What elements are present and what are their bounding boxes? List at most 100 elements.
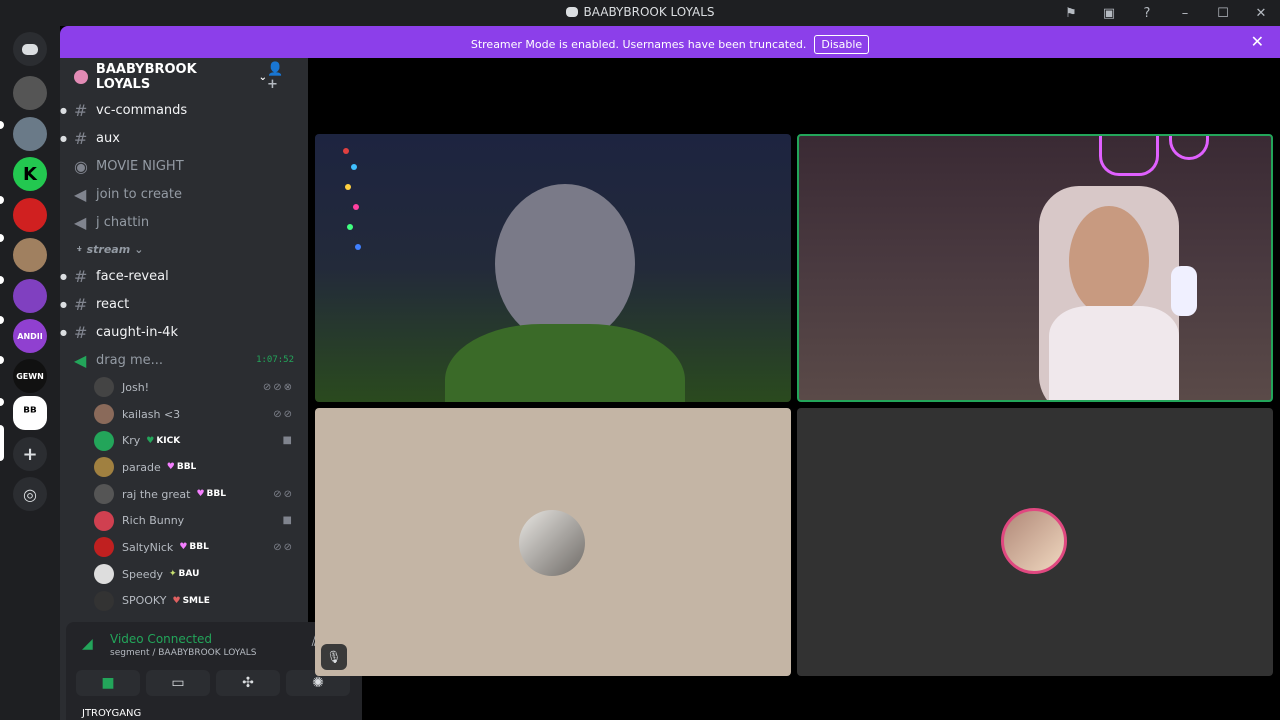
microphone-icon[interactable]: 🎙: [321, 644, 347, 670]
user-status-icons: ⊘⊘: [273, 408, 294, 420]
channel-caught-in-4k[interactable]: ● # caught-in-4k: [60, 318, 308, 346]
speaker-icon: ◀: [74, 350, 87, 370]
person-body: [1049, 306, 1179, 400]
close-window-button[interactable]: ✕: [1242, 3, 1280, 23]
pin-icon: ⍖: [76, 242, 83, 255]
server-icon-car[interactable]: [13, 76, 47, 110]
heart-icon: ♥: [146, 435, 155, 446]
explore-icon[interactable]: ◎: [13, 477, 47, 511]
server-icon-bird[interactable]: [13, 117, 47, 151]
avatar: [94, 510, 114, 531]
camera-button[interactable]: ■: [76, 670, 140, 696]
avatar: [94, 457, 114, 478]
user-name: JTROYGANG: [82, 708, 142, 719]
disable-button[interactable]: Disable: [814, 35, 870, 54]
voice-user[interactable]: kailash <3 ⊘⊘: [60, 401, 308, 428]
server-icon-andii-skwad[interactable]: ANDII: [13, 319, 47, 353]
speaker-icon: ◀: [74, 184, 87, 204]
neon-light: [1169, 136, 1209, 160]
chevron-down-icon: ⌄: [134, 242, 144, 256]
heart-icon: ♥: [179, 542, 188, 553]
invite-icon[interactable]: 👤+: [267, 62, 294, 92]
voice-user[interactable]: parade ♥ BBL: [60, 454, 308, 481]
voice-user[interactable]: SPOOKY ♥ SMLE: [60, 588, 308, 615]
avatar: [519, 510, 585, 576]
heart-icon: ♥: [172, 595, 181, 606]
add-server-icon[interactable]: +: [13, 437, 47, 471]
avatar: [94, 590, 114, 611]
screen-share-button[interactable]: ▭: [146, 670, 210, 696]
server-icon-bat[interactable]: [13, 279, 47, 313]
avatar: [94, 564, 114, 585]
voice-user[interactable]: SaltyNick ♥ BBL ⊘⊘: [60, 534, 308, 561]
title-bar: BAABYBROOK LOYALS ⚑ ▣ ? – ☐ ✕: [0, 0, 1280, 26]
hash-icon: #: [74, 128, 88, 148]
user-status-icons: ⊘⊘: [273, 488, 294, 500]
avatar: [94, 484, 114, 505]
streamer-mode-banner: Streamer Mode is enabled. Usernames have…: [60, 26, 1280, 58]
audio-tile[interactable]: 🎙: [315, 408, 791, 676]
hash-icon: #: [74, 294, 88, 314]
close-icon[interactable]: ✕: [1251, 32, 1264, 51]
string-lights: [337, 140, 367, 260]
server-list: K ANDII GEWN ᴮᴮ + ◎: [0, 26, 60, 720]
video-tile[interactable]: [315, 134, 791, 402]
inbox-icon[interactable]: ▣: [1090, 3, 1128, 23]
channel-sidebar: BAABYBROOK LOYALS ⌄ 👤+ ● # vc-commands ● # a…: [60, 58, 362, 720]
connection-location: segment / BAABYBROOK LOYALS: [110, 648, 257, 658]
channel-movie-night[interactable]: ◉ MOVIE NIGHT: [60, 152, 308, 180]
video-icon: ■: [282, 435, 294, 447]
server-icon-gewn-skwad[interactable]: GEWN: [13, 359, 47, 393]
channel-j-chattin[interactable]: ◀ j chattin: [60, 208, 308, 236]
server-name: BAABYBROOK LOYALS: [95, 62, 197, 92]
voice-channel-active[interactable]: ◀ drag me... 1:07:52: [60, 346, 308, 374]
hash-icon: #: [74, 100, 88, 120]
neon-light: [1099, 136, 1159, 176]
person-head: [495, 184, 635, 344]
channel-react[interactable]: ● # react: [60, 290, 308, 318]
audio-tile[interactable]: [797, 408, 1273, 676]
category-stream[interactable]: ⍖ stream ⌄: [60, 236, 308, 262]
signal-icon[interactable]: ◢: [82, 636, 93, 652]
voice-user[interactable]: Kry ♥ KICK ■: [60, 427, 308, 454]
connection-status[interactable]: Video Connected: [110, 632, 212, 646]
server-header[interactable]: BAABYBROOK LOYALS ⌄ 👤+: [60, 58, 308, 96]
maximize-button[interactable]: ☐: [1204, 3, 1242, 23]
video-tile-speaking[interactable]: [797, 134, 1273, 402]
voice-user[interactable]: Josh! ⊘⊘⊗: [60, 374, 308, 401]
avatar: [94, 430, 114, 451]
voice-user[interactable]: raj the great ♥ BBL ⊘⊘: [60, 481, 308, 508]
voice-timer: 1:07:52: [256, 355, 294, 365]
server-icon-mushroom[interactable]: [13, 198, 47, 232]
discord-logo-icon: [565, 7, 578, 17]
avatar: [94, 404, 114, 425]
channel-face-reveal[interactable]: ● # face-reveal: [60, 262, 308, 290]
help-icon[interactable]: ?: [1128, 3, 1166, 23]
user-status-icons: ⊘⊘: [273, 541, 294, 553]
user-status-icons: ⊘⊘⊗: [262, 381, 294, 393]
avatar: [1001, 508, 1067, 574]
server-avatar: [74, 70, 88, 84]
user-panel[interactable]: JTROYGANG: [66, 702, 362, 720]
server-icon-baabybrook[interactable]: ᴮᴮ: [13, 396, 47, 430]
voice-user[interactable]: Rich Bunny ■: [60, 507, 308, 534]
hash-icon: #: [74, 322, 88, 342]
banner-message: Streamer Mode is enabled. Usernames have…: [470, 38, 807, 51]
channel-vc-commands[interactable]: ● # vc-commands: [60, 96, 308, 124]
server-icon-figure[interactable]: [13, 238, 47, 272]
minimize-button[interactable]: –: [1166, 3, 1204, 23]
chevron-down-icon: ⌄: [258, 71, 268, 83]
server-icon-k[interactable]: K: [13, 157, 47, 191]
flag-icon[interactable]: ⚑: [1052, 3, 1090, 23]
heart-icon: ♥: [196, 489, 205, 500]
channel-aux[interactable]: ● # aux: [60, 124, 308, 152]
activities-button[interactable]: ✣: [216, 670, 280, 696]
avatar: [94, 377, 114, 398]
stage-icon: ◉: [74, 156, 88, 176]
channel-join-to-create[interactable]: ◀ join to create: [60, 180, 308, 208]
home-button[interactable]: [13, 32, 47, 66]
voice-user[interactable]: Speedy ✦ BAU: [60, 561, 308, 588]
person-head: [1069, 206, 1149, 316]
heart-icon: ♥: [166, 462, 175, 473]
video-icon: ■: [282, 515, 294, 527]
